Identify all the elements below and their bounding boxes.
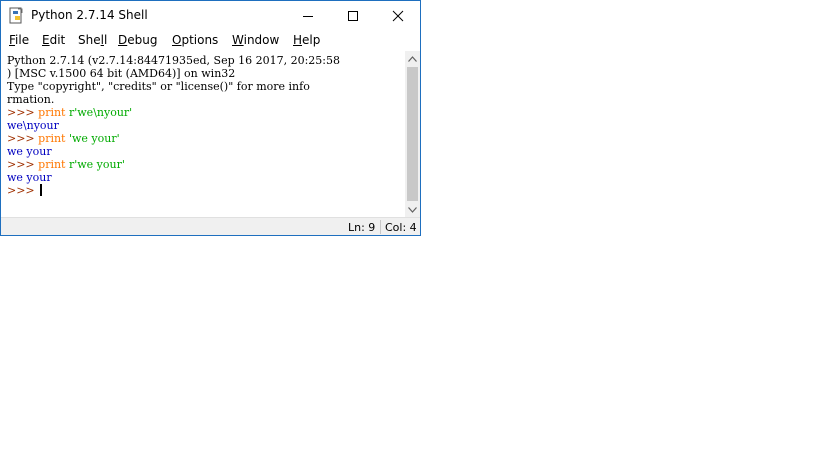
menu-window[interactable]: Window [232,33,279,47]
chevron-down-icon [408,206,417,213]
idle-shell-window: Python 2.7.14 Shell File Edit Shell Debu… [0,0,421,236]
menu-edit-label: dit [49,33,66,47]
banner-line-1: Python 2.7.14 (v2.7.14:84471935ed, Sep 1… [7,54,341,67]
window-title: Python 2.7.14 Shell [31,8,148,22]
active-prompt-line[interactable]: >>> [7,184,43,197]
keyword-print: print [38,106,66,119]
minimize-button[interactable] [286,1,330,31]
menu-debug-accel: D [118,33,128,47]
scrollbar-thumb[interactable] [407,67,418,201]
banner-line-2: ) [MSC v.1500 64 bit (AMD64)] on win32 [7,67,236,80]
shell-text-area[interactable]: Python 2.7.14 (v2.7.14:84471935ed, Sep 1… [1,51,405,217]
menu-debug[interactable]: Debug [118,33,157,47]
maximize-button[interactable] [331,1,375,31]
command-line-3: >>> print r'we your' [7,158,125,171]
menu-window-accel: W [232,33,244,47]
close-button[interactable] [376,1,420,31]
string-literal: r'we\nyour' [65,106,133,119]
menu-edit-accel: E [42,33,50,47]
menu-debug-label: ebug [127,33,158,47]
menu-window-label: indow [243,33,280,47]
vertical-scrollbar[interactable] [405,51,420,217]
menu-shell-label-pre: She [78,33,101,47]
scroll-up-button[interactable] [405,51,420,66]
menu-help-accel: H [293,33,303,47]
menu-options-label: ptions [181,33,219,47]
banner-line-3: Type "copyright", "credits" or "license(… [7,80,310,93]
keyword-print: print [38,158,66,171]
python-idle-icon [9,7,23,24]
status-bar: Ln: 9 Col: 4 [1,217,420,235]
menu-file[interactable]: File [9,33,29,47]
maximize-icon [348,11,358,21]
menu-bar: File Edit Shell Debug Options Window Hel… [1,31,420,51]
command-line-1: >>> print r'we\nyour' [7,106,132,119]
string-literal: 'we your' [65,132,120,145]
status-column-number: Col: 4 [385,221,417,234]
shell-prompt: >>> [7,132,39,145]
menu-help[interactable]: Help [293,33,320,47]
menu-shell-label: l [103,33,108,47]
minimize-icon [303,16,313,17]
command-line-2: >>> print 'we your' [7,132,120,145]
scroll-down-button[interactable] [405,202,420,217]
output-line-2: we your [7,145,52,158]
shell-prompt: >>> [7,158,39,171]
menu-help-label: elp [302,33,321,47]
menu-edit[interactable]: Edit [42,33,65,47]
text-cursor [40,184,43,196]
chevron-up-icon [408,55,417,62]
menu-options[interactable]: Options [172,33,218,47]
shell-prompt: >>> [7,184,39,197]
status-line-number: Ln: 9 [348,221,376,234]
string-literal: r'we your' [65,158,125,171]
menu-shell[interactable]: Shell [78,33,107,47]
output-line-3: we your [7,171,52,184]
banner-line-4: rmation. [7,93,55,106]
menu-file-label: ile [15,33,30,47]
title-bar[interactable]: Python 2.7.14 Shell [1,1,420,31]
shell-prompt: >>> [7,106,39,119]
status-divider [380,220,381,234]
close-icon [392,10,404,22]
keyword-print: print [38,132,66,145]
output-line-1: we\nyour [7,119,59,132]
